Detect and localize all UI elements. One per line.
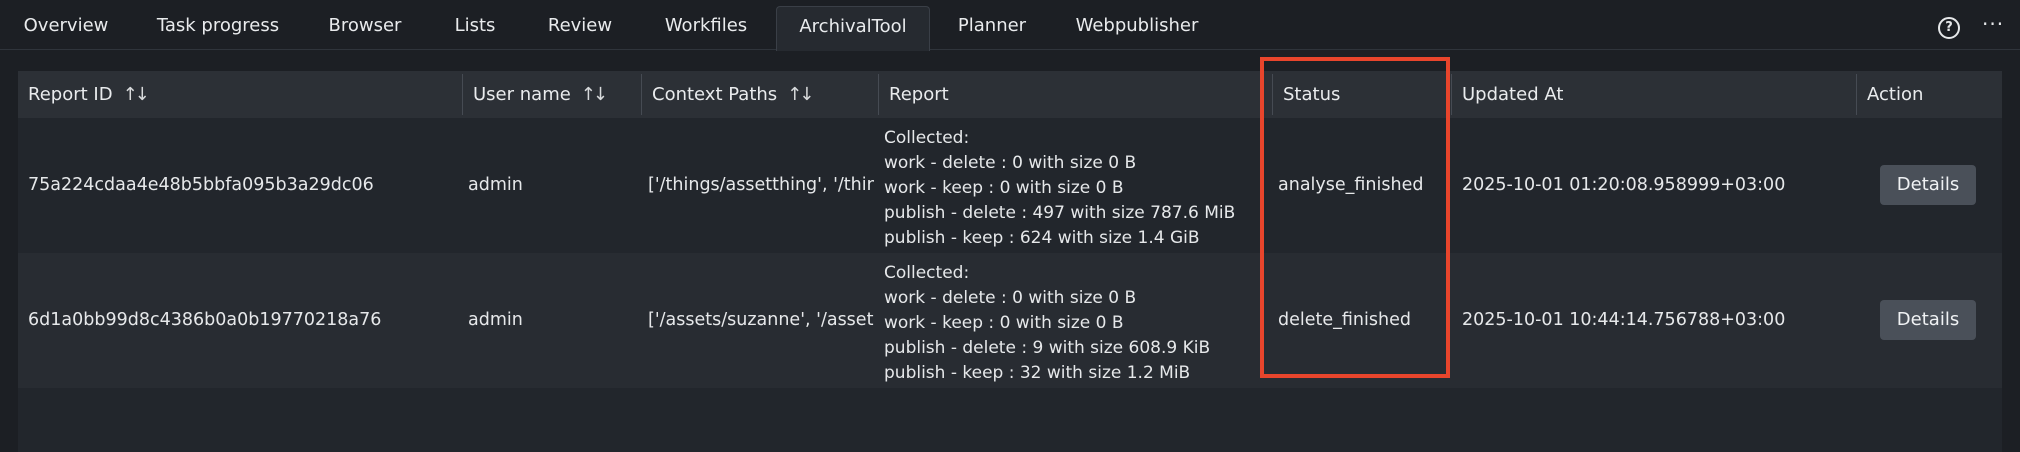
status-cell: delete_finished [1278,310,1411,330]
report-line: publish - keep : 624 with size 1.4 GiB [884,228,1200,248]
tab-bar: Overview Task progress Browser Lists Rev… [0,0,2020,51]
column-header-label: Report ID [28,84,113,105]
context-paths-cell: ['/things/assetthing', '/thin... [648,175,874,195]
user-name-cell: admin [468,175,523,195]
column-header-label: Updated At [1462,84,1564,105]
tab-archivaltool[interactable]: ArchivalTool [776,6,930,51]
report-id-cell: 6d1a0bb99d8c4386b0a0b19770218a76 [28,310,382,330]
details-button[interactable]: Details [1880,300,1976,340]
tab-browser[interactable]: Browser [318,0,412,50]
report-line: work - keep : 0 with size 0 B [884,313,1124,333]
tab-webpublisher[interactable]: Webpublisher [1072,0,1202,50]
sort-updown-icon[interactable]: ↑↓ [123,71,150,119]
report-line: work - delete : 0 with size 0 B [884,288,1137,308]
column-header-context-paths[interactable]: Context Paths ↑↓ [642,71,896,118]
table-row[interactable]: 75a224cdaa4e48b5bbfa095b3a29dc06 admin [… [18,118,2002,253]
updated-at-cell: 2025-10-01 10:44:14.756788+03:00 [1462,310,1786,330]
table-header: Report ID ↑↓ User name ↑↓ Context Paths ↑↓ … [18,71,2002,118]
tab-task-progress[interactable]: Task progress [150,0,286,50]
column-header-label: User name [473,84,571,105]
tab-overview[interactable]: Overview [14,0,118,50]
column-header-action: Action [1857,71,2002,118]
reports-table: Report ID ↑↓ User name ↑↓ Context Paths ↑↓ … [18,71,2002,452]
tab-lists[interactable]: Lists [448,0,502,50]
table-row[interactable]: 6d1a0bb99d8c4386b0a0b19770218a76 admin [… [18,253,2002,388]
updated-at-cell: 2025-10-01 01:20:08.958999+03:00 [1462,175,1786,195]
report-line: work - delete : 0 with size 0 B [884,153,1137,173]
sort-updown-icon[interactable]: ↑↓ [581,71,608,119]
column-header-status: Status [1273,71,1451,118]
report-cell: Collected: work - delete : 0 with size 0… [884,261,1210,386]
column-header-label: Report [889,84,949,105]
report-cell: Collected: work - delete : 0 with size 0… [884,126,1235,251]
user-name-cell: admin [468,310,523,330]
column-header-report-id[interactable]: Report ID ↑↓ [18,71,462,118]
sort-updown-icon[interactable]: ↑↓ [787,71,814,119]
column-header-label: Action [1867,84,1924,105]
report-line: publish - delete : 497 with size 787.6 M… [884,203,1236,223]
tab-review[interactable]: Review [540,0,620,50]
status-cell: analyse_finished [1278,175,1424,195]
help-icon[interactable]: ? [1938,17,1960,39]
report-line: Collected: [884,128,970,148]
tab-workfiles[interactable]: Workfiles [656,0,756,50]
column-header-user-name[interactable]: User name ↑↓ [463,71,641,118]
column-header-updated-at: Updated At [1452,71,1872,118]
column-header-report: Report [879,71,1279,118]
report-line: Collected: [884,263,970,283]
column-header-label: Status [1283,84,1341,105]
report-line: publish - keep : 32 with size 1.2 MiB [884,363,1191,383]
report-line: work - keep : 0 with size 0 B [884,178,1124,198]
report-line: publish - delete : 9 with size 608.9 KiB [884,338,1211,358]
details-button[interactable]: Details [1880,165,1976,205]
report-id-cell: 75a224cdaa4e48b5bbfa095b3a29dc06 [28,175,374,195]
context-paths-cell: ['/assets/suzanne', '/assets... [648,310,874,330]
more-horizontal-icon[interactable]: ··· [1982,12,2004,36]
column-header-label: Context Paths [652,84,778,105]
tab-planner[interactable]: Planner [952,0,1032,50]
